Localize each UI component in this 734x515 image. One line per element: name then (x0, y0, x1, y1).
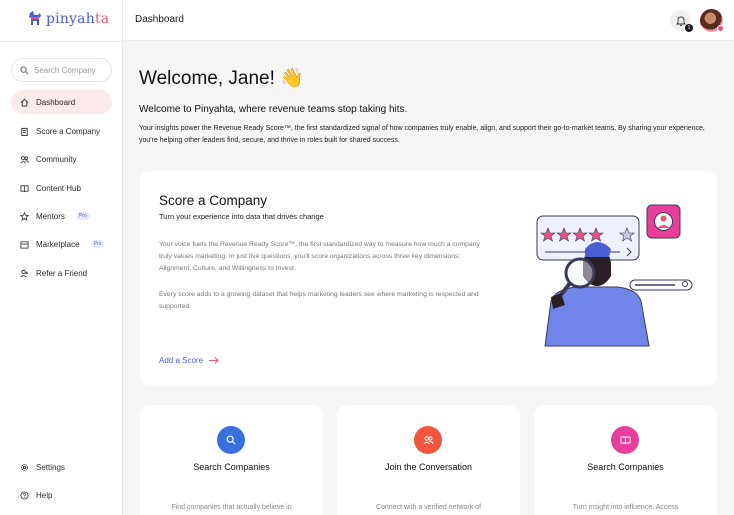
sidebar-item-dashboard[interactable]: Dashboard (11, 90, 112, 114)
sidebar-item-label: Settings (36, 462, 65, 472)
sidebar-item-community[interactable]: Community (11, 147, 112, 171)
gear-icon (21, 463, 28, 471)
score-illustration (536, 204, 693, 347)
notification-count-badge: 1 (685, 24, 693, 32)
sidebar-item-marketplace[interactable]: Marketplace Pro (11, 232, 112, 256)
sidebar-item-label: Refer a Friend (36, 268, 88, 278)
sidebar-item-score-a-company[interactable]: Score a Company (11, 119, 112, 143)
arrow-right-icon (209, 357, 219, 364)
card-title: Score a Company (159, 193, 268, 208)
people-icon (423, 436, 433, 445)
sidebar-item-help[interactable]: Help (11, 483, 112, 507)
book-icon (20, 184, 29, 192)
sidebar-item-content-hub[interactable]: Content Hub (11, 176, 112, 200)
pro-badge: Pro (75, 212, 90, 220)
user-avatar[interactable] (700, 9, 724, 32)
home-icon (20, 98, 29, 107)
people-icon (20, 155, 29, 163)
pinata-logo-icon (29, 11, 41, 25)
card-paragraph: Every score adds to a growing dataset th… (159, 291, 479, 310)
card-title: Join the Conversation (384, 462, 473, 472)
sidebar-item-label: Dashboard (36, 97, 76, 107)
intro-heading: Welcome to Pinyahta, where revenue teams… (139, 104, 408, 115)
search-input[interactable] (34, 65, 104, 75)
clipboard-icon (21, 127, 28, 136)
sidebar: pinyahta Dashboard Score a Company Commu… (0, 0, 123, 515)
link-label: Add a Score (159, 356, 204, 365)
feature-card-search-companies[interactable]: Search Companies Find companies that act… (140, 405, 323, 515)
card-description: Turn insight into influence. Access (572, 504, 679, 511)
sidebar-divider (0, 41, 123, 42)
add-score-link[interactable]: Add a Score (159, 356, 219, 365)
sidebar-item-label: Content Hub (36, 183, 81, 193)
card-paragraph: Your voice fuels the Revenue Ready Score… (159, 241, 480, 272)
search-icon (226, 435, 236, 445)
welcome-heading: Welcome, Jane! 👋 (139, 68, 304, 89)
add-user-icon (20, 269, 29, 277)
star-icon (20, 211, 29, 221)
brand-logo[interactable]: pinyahta (28, 11, 109, 27)
sidebar-item-refer-a-friend[interactable]: Refer a Friend (11, 261, 112, 285)
card-icon-circle (217, 426, 245, 454)
sidebar-item-mentors[interactable]: Mentors Pro (11, 204, 112, 228)
sidebar-item-label: Community (36, 154, 77, 164)
card-description: Connect with a verified network of (375, 504, 482, 511)
sidebar-item-label: Mentors (36, 211, 65, 221)
card-icon-circle (611, 426, 639, 454)
intro-paragraph: Your insights power the Revenue Ready Sc… (139, 125, 705, 144)
card-subtitle: Turn your experience into data that driv… (159, 212, 324, 221)
feature-card-search-companies-2[interactable]: Search Companies Turn insight into influ… (534, 405, 717, 515)
score-company-card: Score a Company Turn your experience int… (140, 171, 717, 386)
sidebar-item-label: Marketplace (36, 239, 80, 249)
bell-icon (675, 16, 686, 26)
search-icon (20, 65, 29, 74)
brand-name: pinyahta (46, 11, 110, 27)
notifications-button[interactable]: 1 (670, 10, 693, 32)
card-icon-circle (414, 426, 442, 454)
top-header: Dashboard 1 (123, 0, 734, 41)
feature-card-join-conversation[interactable]: Join the Conversation Connect with a ver… (337, 405, 520, 515)
pro-badge: Pro (90, 240, 105, 248)
card-title: Search Companies (587, 462, 664, 472)
store-icon (20, 240, 29, 249)
sidebar-item-label: Help (36, 490, 53, 500)
status-dot (717, 25, 724, 32)
sidebar-item-label: Score a Company (36, 126, 101, 136)
card-title: Search Companies (193, 462, 270, 472)
search-box[interactable] (11, 58, 112, 82)
sidebar-item-settings[interactable]: Settings (11, 455, 112, 479)
help-icon (20, 490, 29, 500)
page-title: Dashboard (135, 14, 184, 25)
book-icon (620, 436, 630, 445)
card-description: Find companies that actually believe in (171, 504, 292, 511)
